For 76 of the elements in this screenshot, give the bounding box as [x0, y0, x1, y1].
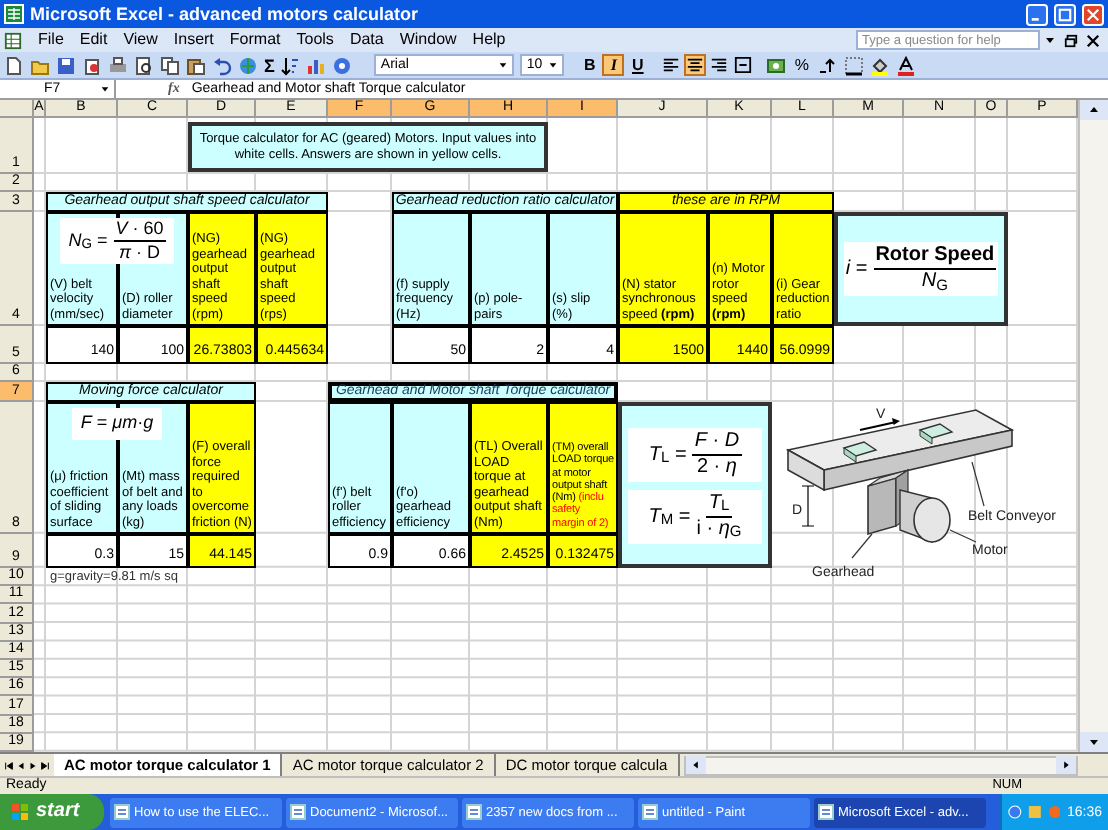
- print-icon[interactable]: [108, 55, 128, 75]
- next-sheet-icon[interactable]: [28, 759, 38, 771]
- vertical-scrollbar[interactable]: [1078, 100, 1108, 752]
- window-icon: [818, 804, 834, 820]
- font-color-icon[interactable]: [895, 55, 916, 75]
- previous-sheet-icon[interactable]: [16, 759, 26, 771]
- autosum-button[interactable]: Σ: [264, 53, 275, 77]
- menu-item[interactable]: Insert: [165, 28, 222, 52]
- leader-line: [971, 461, 985, 507]
- menu-item[interactable]: Window: [391, 28, 465, 52]
- align-icon: [710, 56, 729, 74]
- formula: F = μm·g: [72, 408, 162, 439]
- close-button[interactable]: [1082, 3, 1104, 25]
- align-icon: [686, 56, 705, 74]
- close-icon: [1086, 7, 1100, 21]
- start-button[interactable]: start: [0, 794, 104, 830]
- italic-button[interactable]: I: [602, 54, 625, 76]
- menu-item[interactable]: View: [115, 28, 166, 52]
- align-right-button[interactable]: [708, 54, 731, 76]
- last-sheet-icon[interactable]: [40, 759, 50, 771]
- window-icon: [466, 804, 482, 820]
- fill-color-icon[interactable]: [869, 55, 890, 75]
- menu-item[interactable]: Tools: [288, 28, 342, 52]
- sort-ascending-icon[interactable]: [280, 55, 301, 75]
- windows-flag-icon: [10, 802, 30, 822]
- print-preview-icon[interactable]: [134, 55, 154, 75]
- permission-icon[interactable]: [82, 55, 102, 75]
- minimize-button[interactable]: [1026, 3, 1048, 25]
- align-icon: [734, 56, 753, 74]
- scroll-right-icon[interactable]: [1056, 756, 1076, 774]
- borders-icon[interactable]: [843, 55, 864, 75]
- undo-icon[interactable]: [212, 55, 232, 75]
- save-icon[interactable]: [56, 55, 76, 75]
- scroll-down-icon[interactable]: [1080, 732, 1108, 752]
- menu-item[interactable]: Data: [341, 28, 392, 52]
- leader-line: [949, 529, 977, 543]
- chart-icon[interactable]: [306, 55, 327, 75]
- scroll-left-icon[interactable]: [685, 756, 706, 774]
- underline-button[interactable]: U: [626, 54, 649, 76]
- direction-arrow: [859, 418, 900, 431]
- maximize-button[interactable]: [1054, 3, 1076, 25]
- menu-item[interactable]: File: [30, 28, 72, 52]
- horizontal-scrollbar[interactable]: [683, 755, 1078, 775]
- increase-decimal-icon[interactable]: [817, 55, 838, 75]
- bold-button[interactable]: B: [578, 54, 601, 76]
- formula: T$_{L}$ = F · D 2 · η: [628, 427, 762, 481]
- caret-icon: [548, 60, 559, 70]
- dropdown-caret-icon[interactable]: [1044, 34, 1056, 46]
- maximize-icon: [1058, 7, 1072, 21]
- first-sheet-icon[interactable]: [4, 759, 14, 771]
- currency-icon[interactable]: [766, 55, 787, 75]
- percent-style-button[interactable]: %: [792, 53, 812, 77]
- window-icon: [290, 804, 306, 820]
- workbook-icon[interactable]: [4, 31, 22, 49]
- caret-icon: [100, 84, 110, 94]
- window-title: Microsoft Excel - advanced motors calculator: [30, 2, 419, 26]
- caret-icon: [498, 60, 509, 70]
- menu-item[interactable]: Edit: [71, 28, 116, 52]
- window-icon: [114, 804, 130, 820]
- menu-item[interactable]: Format: [221, 28, 289, 52]
- paste-icon[interactable]: [186, 55, 206, 75]
- dimension-line: [801, 485, 815, 527]
- align-center-button[interactable]: [684, 54, 707, 76]
- scroll-up-icon[interactable]: [1080, 100, 1108, 120]
- merge-center-button[interactable]: [732, 54, 755, 76]
- menu-item[interactable]: Help: [464, 28, 514, 52]
- spreadsheet-app-icon: [4, 4, 24, 24]
- leader-line: [851, 533, 873, 559]
- close-icon[interactable]: [1086, 33, 1100, 47]
- window-icon: [642, 804, 658, 820]
- formula: T$_{M}$ = T$_{L}$ i · η$_{G}$: [628, 489, 762, 543]
- formula: N$_{G}$ = V · 60 π · D: [60, 218, 174, 264]
- align-left-button[interactable]: [660, 54, 683, 76]
- copy-icon[interactable]: [160, 55, 180, 75]
- align-icon: [662, 56, 681, 74]
- restore-window-icon[interactable]: [1064, 33, 1078, 47]
